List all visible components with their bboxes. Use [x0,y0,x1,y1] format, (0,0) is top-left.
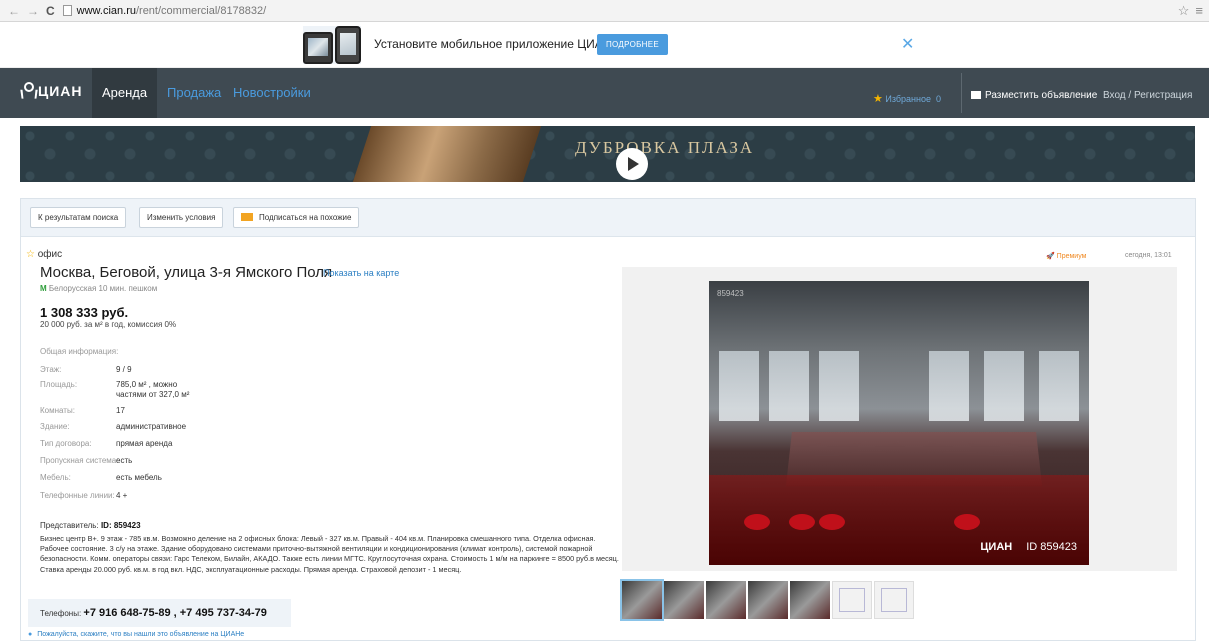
listing-description: Бизнес центр В+. 9 этаж - 785 кв.м. Возм… [40,534,619,574]
tab-rent[interactable]: Аренда [92,68,158,118]
spec-value: есть мебель [116,473,162,482]
phones-box: Телефоны: +7 916 648-75-89 , +7 495 737-… [28,599,291,627]
spec-value: административное [116,422,187,431]
favorites-count: 0 [936,94,942,104]
cian-logo[interactable]: ЦИАН [20,82,83,100]
main-navigation: ЦИАН Аренда Продажа Новостройки ★ Избран… [0,68,1209,118]
spec-value: прямая аренда [116,439,173,448]
general-info-label: Общая информация: [40,347,119,356]
rep-label: Представитель: [40,521,99,530]
spec-value: 785,0 м² , можно [116,380,178,389]
app-promo-text: Установите мобильное приложение ЦИАН [374,37,612,51]
favorites-label: Избранное [885,94,932,104]
premium-label: Премиум [1056,253,1087,260]
listing-title: Москва, Беговой, улица 3-я Ямского Поля [40,264,333,281]
rep-id: ID: 859423 [100,521,141,530]
metro-info: М Белорусская 10 мин. пешком [40,284,157,293]
browser-nav: ← → C [0,4,55,18]
browser-menu-icon[interactable]: ≡ [1195,3,1203,19]
phones-image [303,26,361,64]
spec-value: 4 + [116,491,128,500]
favorites-link[interactable]: ★ Избранное 0 [873,92,941,105]
star-icon: ★ [873,93,883,105]
back-to-results-button[interactable]: К результатам поиска [30,207,127,228]
bookmark-star-icon[interactable]: ☆ [1178,3,1190,19]
post-ad-icon [971,91,981,99]
app-more-button[interactable]: ПОДРОБНЕЕ [597,34,668,55]
metro-icon: М [40,284,47,293]
envelope-icon [241,213,253,221]
reload-icon[interactable]: C [46,4,55,18]
spec-value: 9 / 9 [116,365,132,374]
spec-value: есть [116,456,133,465]
metro-text: Белорусская 10 мин. пешком [48,284,158,293]
url-path: /rent/commercial/8178832/ [135,4,267,17]
forward-icon[interactable]: → [27,4,39,18]
photo-thumbnail[interactable] [706,581,746,619]
url-host: www.cian.ru [76,4,136,17]
cian-logo-icon [20,82,34,100]
advertisement-banner[interactable]: ДУБРОВКА ПЛАЗА [20,126,1195,182]
tab-new-buildings[interactable]: Новостройки [223,68,321,118]
photo-thumbnails [620,579,914,621]
play-icon[interactable] [616,148,648,180]
post-ad-label: Разместить объявление [985,90,1098,101]
tab-sale[interactable]: Продажа [157,68,231,118]
photo-watermark: ЦИАН ID 859423 [980,541,1077,553]
premium-badge: 🚀 Премиум [1046,253,1087,260]
photo-thumbnail[interactable] [748,581,788,619]
page-icon [62,5,72,16]
watermark-logo: ЦИАН [980,541,1013,553]
close-icon[interactable]: ✕ [901,34,914,54]
listing-toolbar: К результатам поиска Изменить условия По… [21,199,1195,237]
spec-value: частями от 327,0 м² [116,390,190,399]
browser-toolbar: ← → C www.cian.ru/rent/commercial/817883… [0,0,1209,22]
listing-type-label: офис [37,249,63,260]
browser-actions: ☆ ≡ [1178,3,1209,19]
spec-value: 17 [116,406,125,415]
main-photo[interactable]: 859423 ЦИАН ID 859423 [709,281,1089,565]
publish-date: сегодня, 13:01 [1125,252,1172,259]
photo-id-tag: 859423 [717,289,744,298]
logo-text: ЦИАН [38,83,83,99]
photo-thumbnail[interactable] [832,581,872,619]
app-promo-banner: Установите мобильное приложение ЦИАН ПОД… [0,22,1209,68]
change-conditions-button[interactable]: Изменить условия [139,207,224,228]
favorite-star-icon[interactable]: ☆ [26,249,35,260]
subscribe-similar-button[interactable]: Подписаться на похожие [233,207,360,228]
price: 1 308 333 руб. [40,305,129,320]
phone-numbers[interactable]: +7 916 648-75-89 , +7 495 737-34-79 [83,607,266,619]
listing-type: ☆ офис [26,249,62,260]
mention-cian-tip: Пожалуйста, скажите, что вы нашли это об… [28,631,244,638]
login-link[interactable]: Вход / Регистрация [1103,90,1192,101]
address-bar[interactable]: www.cian.ru/rent/commercial/8178832/ [62,3,1178,19]
ad-room-image [352,126,542,182]
photo-thumbnail[interactable] [664,581,704,619]
show-on-map-link[interactable]: Показать на карте [323,268,399,278]
post-ad-link[interactable]: Разместить объявление [971,90,1097,101]
ad-brand: ДУБРОВКА ПЛАЗА [575,138,755,157]
photo-thumbnail[interactable] [790,581,830,619]
representative: Представитель: ID: 859423 [40,521,141,530]
photo-thumbnail[interactable] [620,579,664,621]
back-icon[interactable]: ← [8,4,20,18]
price-details: 20 000 руб. за м² в год, комиссия 0% [40,320,177,329]
watermark-id: ID 859423 [1026,541,1077,553]
phones-label: Телефоны: [40,609,82,618]
photo-thumbnail[interactable] [874,581,914,619]
nav-divider [961,73,962,113]
photo-gallery: 859423 ЦИАН ID 859423 [622,267,1177,571]
subscribe-label: Подписаться на похожие [259,213,352,222]
listing-card: К результатам поиска Изменить условия По… [20,198,1196,641]
